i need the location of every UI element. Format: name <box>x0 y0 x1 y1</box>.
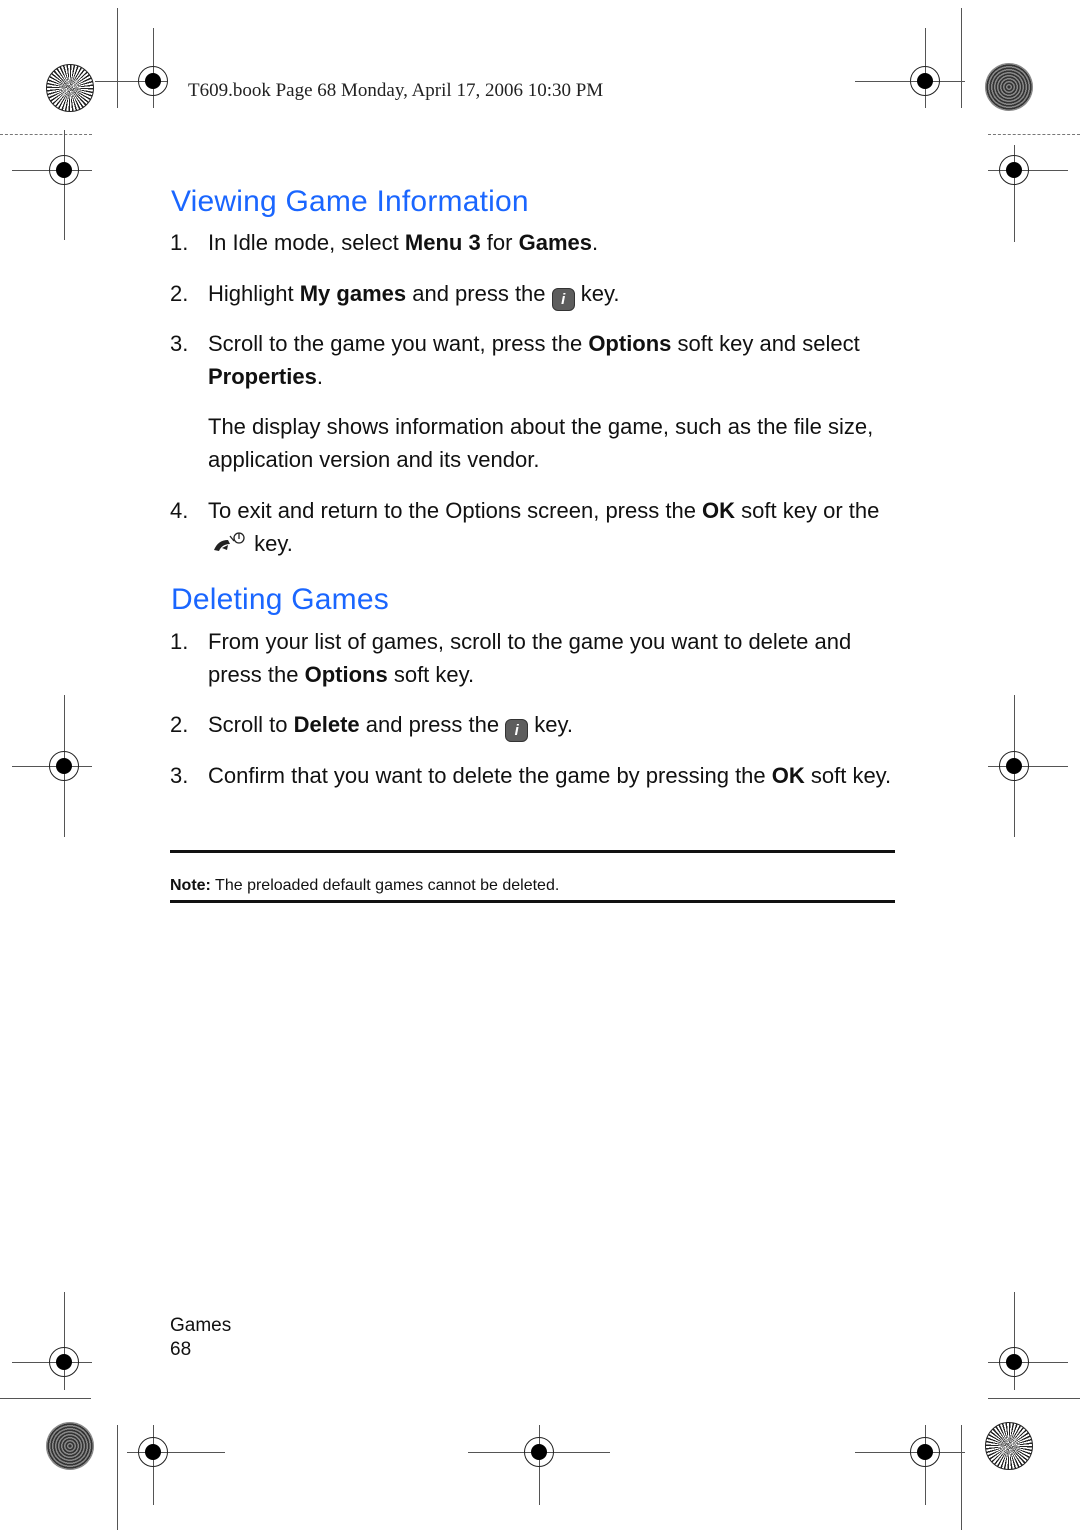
rings-mark-icon <box>985 63 1033 111</box>
info-paragraph: The display shows information about the … <box>208 414 874 472</box>
step-number: 2. <box>170 712 189 737</box>
page-footer: Games 68 <box>170 1314 231 1362</box>
crop-line <box>961 1425 962 1530</box>
registration-mark-icon <box>138 66 168 96</box>
note-bottom-rule <box>170 900 895 903</box>
options-label: Options <box>304 662 388 687</box>
crop-line <box>117 8 118 108</box>
section-heading-deleting-games: Deleting Games <box>171 583 389 616</box>
step-number: 3. <box>170 763 189 788</box>
rings-mark-icon <box>46 1422 94 1470</box>
registration-mark-icon <box>999 751 1029 781</box>
step-3: 3. Confirm that you want to delete the g… <box>170 759 900 792</box>
registration-mark-icon <box>999 155 1029 185</box>
step-4: 4. To exit and return to the Options scr… <box>170 494 900 560</box>
crop-line <box>64 130 65 240</box>
step-number: 1. <box>170 230 189 255</box>
print-slug: T609.book Page 68 Monday, April 17, 2006… <box>188 80 604 101</box>
my-games-label: My games <box>299 281 407 306</box>
note: Note: The preloaded default games cannot… <box>170 877 559 895</box>
step-1: 1. From your list of games, scroll to th… <box>170 625 900 691</box>
starburst-mark-icon <box>985 1422 1033 1470</box>
note-text: The preloaded default games cannot be de… <box>210 877 560 894</box>
starburst-mark-icon <box>46 64 94 112</box>
step-number: 2. <box>170 281 189 306</box>
properties-label: Properties <box>208 364 317 389</box>
options-label: Options <box>588 331 672 356</box>
step-2: 2. Highlight My games and press the i ke… <box>170 277 900 311</box>
crop-line <box>988 134 1080 135</box>
menu-key-icon: i <box>505 719 529 742</box>
registration-mark-icon <box>49 155 79 185</box>
registration-mark-icon <box>999 1347 1029 1377</box>
step-3: 3. Scroll to the game you want, press th… <box>170 327 900 393</box>
note-top-rule <box>170 850 895 853</box>
crop-line <box>961 8 962 108</box>
section-heading-viewing-game-information: Viewing Game Information <box>171 185 529 218</box>
crop-line <box>988 1398 1080 1399</box>
ok-label: OK <box>771 763 805 788</box>
menu-label: Menu 3 <box>404 230 481 255</box>
step-number: 3. <box>170 331 189 356</box>
menu-key-icon: i <box>551 288 575 311</box>
step-number: 1. <box>170 629 189 654</box>
end-power-key-icon <box>214 532 245 551</box>
registration-mark-icon <box>49 751 79 781</box>
note-label: Note: <box>170 877 211 894</box>
registration-mark-icon <box>49 1347 79 1377</box>
crop-line <box>0 1398 91 1399</box>
delete-label: Delete <box>293 712 360 737</box>
registration-mark-icon <box>910 66 940 96</box>
registration-mark-icon <box>910 1437 940 1467</box>
step-2: 2. Scroll to Delete and press the i key. <box>170 708 900 742</box>
ok-label: OK <box>702 498 736 523</box>
step-1: 1. In Idle mode, select Menu 3 for Games… <box>170 226 900 259</box>
games-label: Games <box>518 230 592 255</box>
registration-mark-icon <box>138 1437 168 1467</box>
footer-section: Games <box>170 1315 232 1336</box>
step-number: 4. <box>170 498 189 523</box>
crop-line <box>117 1425 118 1530</box>
crop-line <box>0 134 92 135</box>
registration-mark-icon <box>524 1437 554 1467</box>
page-number: 68 <box>170 1339 192 1360</box>
